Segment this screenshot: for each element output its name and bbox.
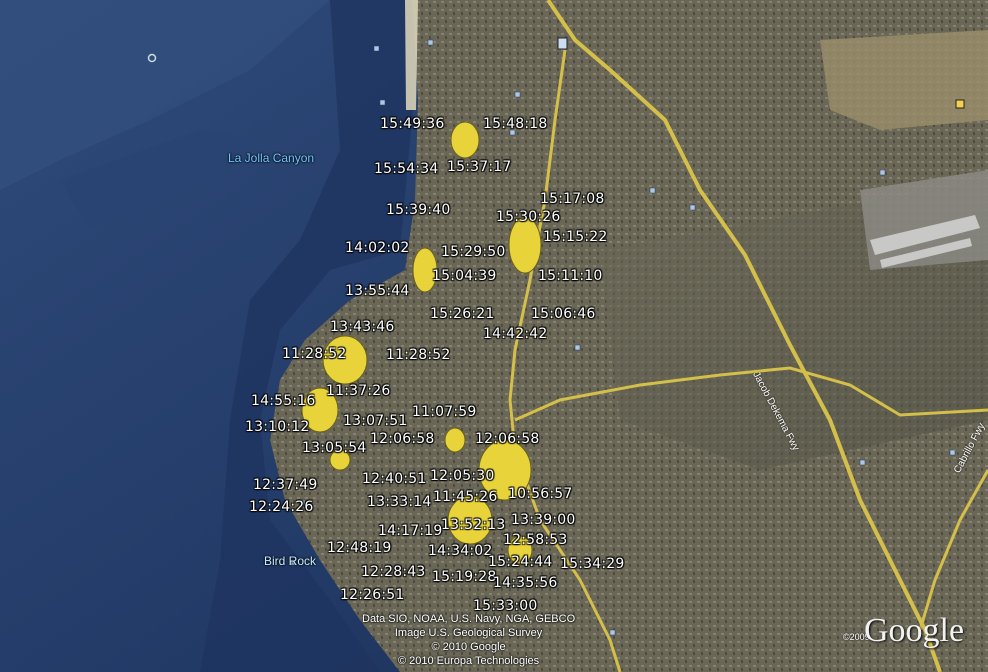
timestamp-label[interactable]: 14:34:02 (428, 543, 492, 559)
timestamp-label[interactable]: 11:28:52 (386, 347, 450, 363)
timestamp-label[interactable]: 15:54:34 (374, 161, 438, 177)
timestamp-label[interactable]: 15:06:46 (531, 306, 595, 322)
timestamp-label[interactable]: 13:52:13 (441, 517, 505, 533)
timestamp-label[interactable]: 11:07:59 (412, 404, 476, 420)
timestamp-label[interactable]: 12:37:49 (253, 477, 317, 493)
timestamp-label[interactable]: 15:24:44 (488, 554, 552, 570)
timestamp-label[interactable]: 12:06:58 (370, 431, 434, 447)
timestamp-label[interactable]: 13:33:14 (367, 494, 431, 510)
timestamp-label[interactable]: 10:56:57 (508, 486, 572, 502)
imagery-credits: Data SIO, NOAA, U.S. Navy, NGA, GEBCO Im… (362, 612, 575, 668)
google-logo: Google (864, 612, 965, 649)
timestamp-label[interactable]: 14:17:19 (378, 523, 442, 539)
timestamp-label[interactable]: 15:15:22 (543, 229, 607, 245)
timestamp-label[interactable]: 15:30:26 (496, 209, 560, 225)
timestamp-label[interactable]: 11:37:26 (326, 383, 390, 399)
timestamp-label[interactable]: 13:55:44 (345, 283, 409, 299)
credit-line: © 2010 Google (431, 641, 506, 653)
timestamp-label[interactable]: 12:26:51 (340, 587, 404, 603)
timestamp-label[interactable]: 14:02:02 (345, 240, 409, 256)
timestamp-label[interactable]: 11:45:26 (433, 489, 497, 505)
timestamp-label[interactable]: 13:10:12 (245, 419, 309, 435)
timestamp-label[interactable]: 12:06:58 (475, 431, 539, 447)
timestamp-label[interactable]: 13:05:54 (302, 440, 366, 456)
timestamp-label[interactable]: 15:19:28 (432, 569, 496, 585)
timestamp-label[interactable]: 11:28:52 (282, 346, 346, 362)
credit-line: © 2010 Europa Technologies (397, 655, 540, 667)
timestamp-label[interactable]: 12:58:53 (503, 532, 567, 548)
timestamp-label[interactable]: 13:39:00 (511, 512, 575, 528)
timestamp-label[interactable]: 15:48:18 (483, 116, 547, 132)
timestamp-label[interactable]: 14:35:56 (493, 575, 557, 591)
map-view[interactable]: La Jolla Canyon Bird Rock Jacob Dekema F… (0, 0, 988, 672)
timestamp-label[interactable]: 15:49:36 (380, 116, 444, 132)
timestamp-label[interactable]: 13:43:46 (330, 319, 394, 335)
credit-line: Image U.S. Geological Survey (394, 627, 543, 639)
timestamp-label[interactable]: 14:55:16 (251, 393, 315, 409)
timestamp-label[interactable]: 15:17:08 (540, 191, 604, 207)
timestamp-label[interactable]: 15:34:29 (560, 556, 624, 572)
timestamp-label[interactable]: 15:04:39 (432, 268, 496, 284)
timestamp-label[interactable]: 12:28:43 (361, 564, 425, 580)
timestamp-label[interactable]: 15:26:21 (430, 306, 494, 322)
timestamp-label[interactable]: 12:24:26 (249, 499, 313, 515)
place-label: Bird Rock (264, 554, 317, 568)
timestamp-label[interactable]: 15:37:17 (447, 159, 511, 175)
timestamp-label[interactable]: 15:39:40 (386, 202, 450, 218)
credit-line: Data SIO, NOAA, U.S. Navy, NGA, GEBCO (362, 613, 576, 625)
timestamp-label[interactable]: 12:48:19 (327, 540, 391, 556)
timestamp-label[interactable]: 15:11:10 (538, 268, 602, 284)
timestamp-label[interactable]: 15:29:50 (441, 244, 505, 260)
timestamp-label[interactable]: 12:05:30 (430, 468, 494, 484)
timestamp-label[interactable]: 14:42:42 (483, 326, 547, 342)
timestamp-label[interactable]: 12:40:51 (362, 471, 426, 487)
timestamp-label[interactable]: 13:07:51 (343, 413, 407, 429)
place-label: La Jolla Canyon (228, 151, 315, 165)
